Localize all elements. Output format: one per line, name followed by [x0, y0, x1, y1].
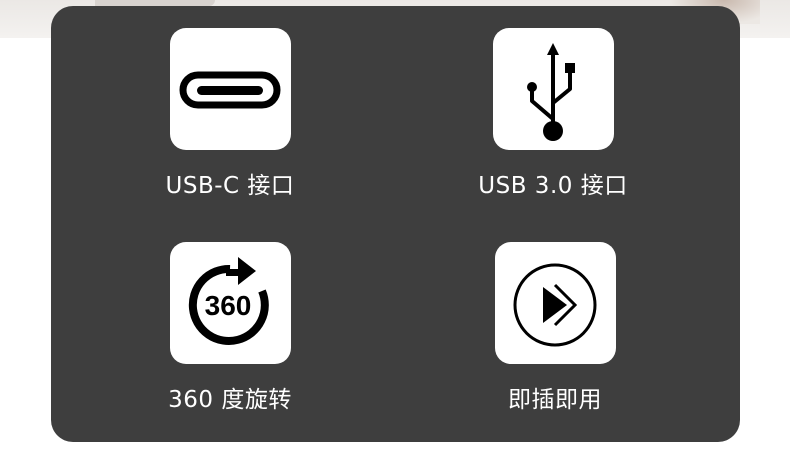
feature-tile: [169, 28, 291, 150]
feature-label: 即插即用: [508, 387, 602, 413]
usb-symbol-icon: [527, 43, 575, 141]
feature-label: USB-C 接口: [165, 173, 295, 199]
feature-label: 360 度旋转: [168, 387, 292, 413]
plug-and-play-icon: [513, 263, 597, 347]
feature-plug-and-play: 即插即用: [445, 242, 665, 414]
rotate-360-text: 360: [205, 290, 252, 321]
feature-tile: [492, 28, 614, 150]
usb-c-port-icon: [179, 71, 281, 109]
feature-360-rotation: 360 360 度旋转: [120, 242, 340, 414]
feature-tile: 360: [169, 242, 291, 364]
feature-label: USB 3.0 接口: [478, 173, 628, 199]
feature-usb-3: USB 3.0 接口: [443, 28, 663, 200]
feature-usb-c: USB-C 接口: [120, 28, 340, 200]
rotate-360-icon: 360: [188, 257, 269, 345]
feature-tile: [494, 242, 616, 364]
